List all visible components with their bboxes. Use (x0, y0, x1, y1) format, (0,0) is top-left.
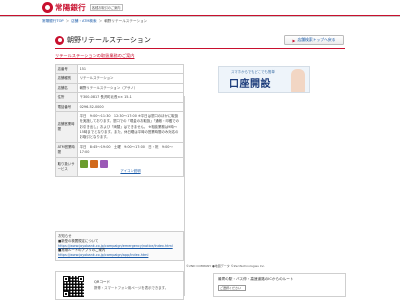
info-key: 店番号 (55, 63, 78, 75)
info-value: リテールステーション (77, 73, 184, 84)
route-select[interactable]: ご選択ください (218, 285, 246, 291)
qr-description: 携帯・スマートフォン用ページを表示できます。 (94, 286, 169, 290)
breadcrumb-separator: ＞ (65, 19, 70, 23)
banner-person-image (291, 69, 305, 92)
notice-heading: お知らせ (58, 234, 72, 238)
info-value: 平日 9:00～11:30 12:30～17:00 ※平日は窓口のほかに取扱を実… (77, 111, 184, 144)
page-title-row: 朝野リテールステーション (55, 35, 151, 45)
account-opening-banner[interactable]: スマホからでもどこでも簡単 口座開設 (218, 66, 310, 93)
table-row: 住所 〒300-0817 長沢町北長×× 15-1 (55, 92, 184, 103)
table-row: 店番号 151 (55, 63, 184, 75)
arrow-right-icon: ▶ (292, 37, 296, 43)
info-key: 住所 (55, 92, 78, 103)
qr-finder (63, 276, 69, 282)
back-to-search-label: 店舗検索トップへ戻る (297, 37, 336, 42)
breadcrumb: 常陽銀行TOP ＞ 店舗・ATM検索 ＞ 朝野リテールステーション (42, 19, 147, 24)
brand-tag: 各種お取引のご案内 (89, 4, 123, 11)
map-attribution: ©2ND COMPANY ●地図データ ©ZenTechnologies Inc… (186, 264, 266, 268)
title-divider (55, 48, 345, 49)
service-atm-icon[interactable] (79, 160, 88, 169)
info-value: 平日 8:45～19:00 土曜 9:00～17:00 日・祝 9:00～17:… (77, 142, 184, 158)
info-value-services: アイコン説明 (77, 156, 184, 178)
info-value: 〒300-0817 長沢町北長×× 15-1 (77, 92, 184, 103)
info-value: 0296-52-0000 (77, 101, 184, 113)
service-icons (79, 160, 182, 169)
site-header: 常陽銀行 各種お取引のご案内 (0, 0, 400, 17)
bank-logo-icon (55, 35, 64, 45)
notice-box: お知らせ ■新型の検閲規定について https://www.joyobank.c… (55, 231, 184, 261)
info-key: 電話番号 (55, 101, 78, 113)
service-loan-icon[interactable] (99, 160, 108, 169)
info-key: ATM営業時間 (55, 142, 78, 158)
icon-legend-link[interactable]: アイコン説明 (80, 169, 182, 174)
info-key: 店舗種別 (55, 73, 78, 84)
notice-link[interactable]: https://www.joyobank.co.jp/campaign/app/… (58, 253, 181, 257)
breadcrumb-current: 朝野リテールステーション (104, 19, 148, 23)
nearest-route-label: 最寄の駅・バス停・高速道路のICからのルート (218, 277, 294, 281)
page: 常陽銀行 各種お取引のご案内 常陽銀行TOP ＞ 店舗・ATM検索 ＞ 朝野リテ… (0, 0, 400, 300)
breadcrumb-home-link[interactable]: 常陽銀行TOP (42, 19, 64, 24)
table-row: 店舗名 朝野リテールステーション（アサノ） (55, 82, 184, 94)
info-value: 151 (77, 63, 184, 75)
info-key: 店舗名 (55, 82, 78, 94)
service-consult-icon[interactable] (89, 160, 98, 169)
banner-headline: 口座開設 (229, 79, 271, 90)
info-key: 取り扱いサービス (55, 156, 78, 178)
store-info-table: 店番号 151 店舗種別 リテールステーション 店舗名 朝野リテールステーション… (55, 63, 184, 178)
brand-mark-icon (42, 2, 53, 13)
nearest-route-box: 最寄の駅・バス停・高速道路のICからのルート ご選択ください (213, 273, 346, 297)
qr-finder (78, 276, 84, 282)
breadcrumb-store-search-link[interactable]: 店舗・ATM検索 (71, 19, 96, 24)
banner-tagline: スマホからでもどこでも簡単 (231, 70, 275, 74)
back-to-search-button[interactable]: ▶ 店舗検索トップへ戻る (284, 35, 344, 45)
table-row: 取り扱いサービス アイコン説明 (55, 156, 184, 178)
page-title: 朝野リテールステーション (67, 36, 151, 44)
brand-name: 常陽銀行 (55, 3, 86, 12)
qr-section: QRコード 携帯・スマートフォン用ページを表示できます。 (55, 271, 184, 300)
qr-code-image (63, 276, 84, 297)
route-select-value: ご選択ください (220, 286, 242, 290)
table-row: 電話番号 0296-52-0000 (55, 101, 184, 113)
breadcrumb-separator: ＞ (98, 19, 103, 23)
brand-logo[interactable]: 常陽銀行 各種お取引のご案内 (42, 2, 123, 13)
table-row: ATM営業時間 平日 8:45～19:00 土曜 9:00～17:00 日・祝 … (55, 142, 184, 158)
services-guide-link[interactable]: リテールステーションの取扱業務のご案内 (55, 53, 134, 59)
info-value: 朝野リテールステーション（アサノ） (77, 82, 184, 94)
info-key: 店舗営業時間 (55, 111, 78, 144)
table-row: 店舗種別 リテールステーション (55, 73, 184, 84)
qr-finder (63, 291, 69, 297)
header-rule (0, 15, 400, 16)
table-row: 店舗営業時間 平日 9:00～11:30 12:30～17:00 ※平日は窓口の… (55, 111, 184, 144)
